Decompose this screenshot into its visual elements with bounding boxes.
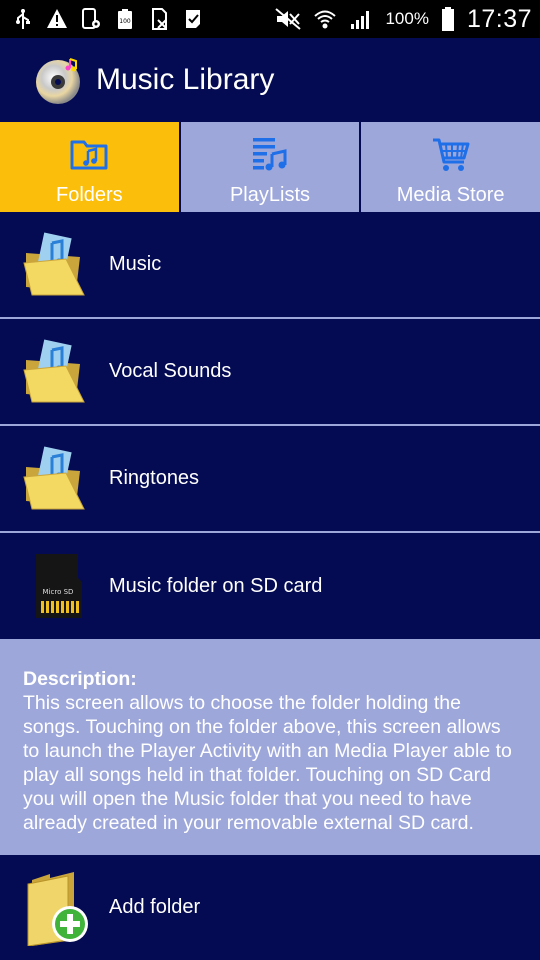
sim-blocked-icon <box>152 8 167 30</box>
app-bar: Music Library <box>0 38 540 122</box>
check-flag-icon <box>186 10 200 28</box>
signal-icon <box>351 11 370 29</box>
description-text: This screen allows to choose the folder … <box>23 692 512 834</box>
wifi-icon <box>314 10 337 29</box>
description-panel: Description: This screen allows to choos… <box>0 639 540 855</box>
playlist-icon <box>252 138 287 171</box>
battery-full-icon: 100 <box>118 9 132 29</box>
battery-icon <box>441 7 454 31</box>
add-folder-button[interactable]: Add folder <box>0 855 540 960</box>
tab-label-playlists: PlayLists <box>229 184 310 206</box>
mute-icon <box>275 8 302 30</box>
sd-card-chip-text: Micro SD <box>43 588 74 596</box>
music-folder-icon <box>23 339 85 402</box>
add-folder-icon <box>27 871 88 946</box>
tab-bar: Folders PlayLists Media Store <box>0 122 540 212</box>
tab-playlists[interactable]: PlayLists <box>180 122 360 212</box>
tab-label-media-store: Media Store <box>396 184 505 206</box>
description-title: Description: <box>23 668 137 690</box>
folder-list: Music Vocal Sounds Ringtones Micro SD Mu… <box>0 212 540 639</box>
svg-text:100: 100 <box>119 18 131 25</box>
clock: 17:37 <box>466 4 532 33</box>
sd-card-icon: Micro SD <box>36 554 82 618</box>
list-item-vocal-sounds[interactable]: Vocal Sounds <box>0 319 540 426</box>
music-folder-icon <box>23 446 85 509</box>
list-item-label: Ringtones <box>109 467 200 489</box>
app-title: Music Library <box>96 63 275 96</box>
phone-settings-icon <box>82 8 100 29</box>
battery-percent: 100% <box>385 9 429 28</box>
warning-icon <box>47 9 67 28</box>
music-folder-icon <box>23 232 85 295</box>
list-item-music[interactable]: Music <box>0 212 540 319</box>
add-folder-label: Add folder <box>109 896 201 918</box>
status-icons-right: 100% 17:37 <box>275 5 532 34</box>
cd-music-icon <box>36 58 80 104</box>
tab-folders[interactable]: Folders <box>0 122 179 212</box>
music-folder-icon <box>70 140 108 170</box>
tab-media-store[interactable]: Media Store <box>361 122 540 212</box>
cart-icon <box>432 138 470 171</box>
tab-label-folders: Folders <box>55 184 123 206</box>
list-item-label: Music <box>109 253 162 275</box>
list-item-ringtones[interactable]: Ringtones <box>0 426 540 533</box>
usb-icon <box>16 9 30 29</box>
list-item-sd-card[interactable]: Micro SD Music folder on SD card <box>0 533 540 639</box>
list-item-label: Music folder on SD card <box>109 574 323 597</box>
status-icons-left: 100 <box>12 8 204 30</box>
list-item-label: Vocal Sounds <box>109 360 232 382</box>
status-bar: 100 100% 17:37 <box>0 0 540 38</box>
